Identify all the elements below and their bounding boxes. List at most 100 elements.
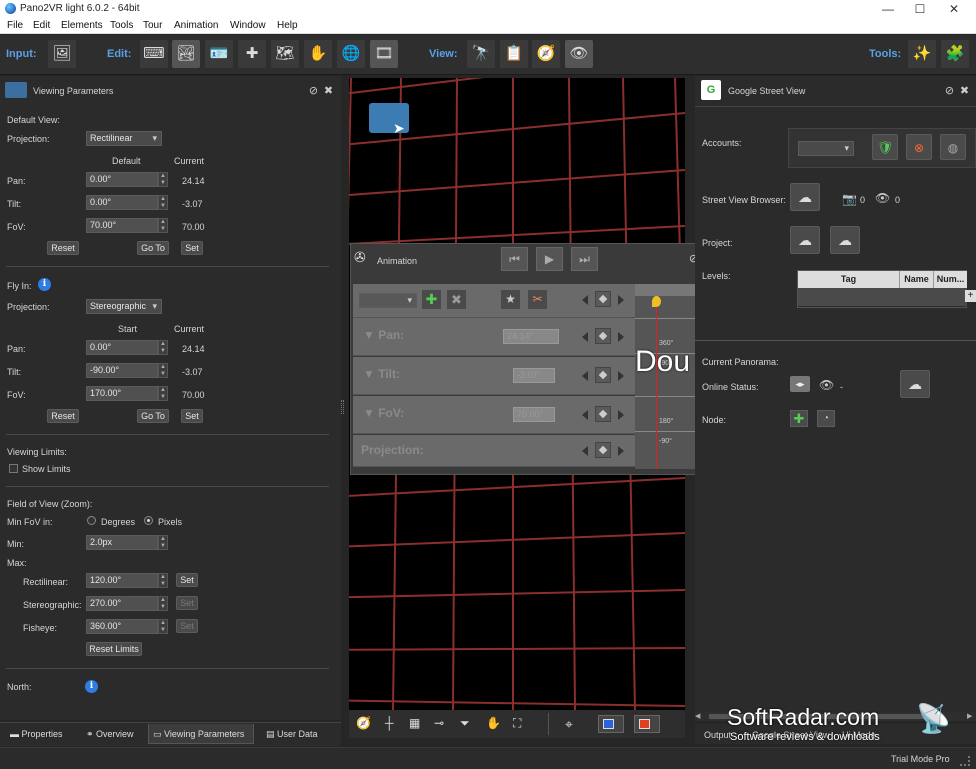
stereo-spinner[interactable]: ▲ ▼ <box>158 596 168 611</box>
clipboard-icon[interactable]: 📋 <box>500 40 528 68</box>
animation-film-icon[interactable]: 🎞 <box>370 40 398 68</box>
map-icon[interactable]: 🗺 <box>271 40 299 68</box>
set-button[interactable]: Set <box>181 241 203 255</box>
proj-next-key-icon[interactable] <box>618 446 624 456</box>
fly-fov-spinner[interactable]: ▲ ▼ <box>158 386 168 401</box>
menu-file[interactable]: File <box>7 20 23 31</box>
undock-icon[interactable]: ⊘ <box>308 84 319 97</box>
pan-spinner[interactable]: ▲ ▼ <box>158 172 168 187</box>
tilt-spinner[interactable]: ▲ ▼ <box>158 195 168 210</box>
delete-icon[interactable]: ✖ <box>447 290 466 309</box>
rect-max-input[interactable]: 120.00° <box>86 573 158 588</box>
cloud-download-icon[interactable]: ☁ <box>790 226 820 254</box>
hand-tool-icon[interactable]: ✋ <box>486 716 501 730</box>
fov-input[interactable]: 70.00° <box>86 218 158 233</box>
fisheye-max-input[interactable]: 360.00° <box>86 619 158 634</box>
scroll-left-icon[interactable]: ◀ <box>695 712 700 720</box>
prev-key-icon[interactable] <box>582 295 588 305</box>
tilt-keyframe-button[interactable] <box>595 367 611 383</box>
reset-limits-button[interactable]: Reset Limits <box>86 642 142 656</box>
fly-goto-button[interactable]: Go To <box>137 409 169 423</box>
add-node-icon[interactable]: ✚ <box>790 410 808 427</box>
north-info-icon[interactable]: i <box>85 680 98 693</box>
fly-fov-input[interactable]: 170.00° <box>86 386 158 401</box>
track-fov-field[interactable]: 70.00° <box>513 407 555 422</box>
col-tag[interactable]: Tag <box>798 271 900 288</box>
track-pan[interactable]: ▼ Pan: 24.14° <box>353 318 635 356</box>
proj-prev-key-icon[interactable] <box>582 446 588 456</box>
playhead-marker-icon[interactable] <box>652 296 661 307</box>
status-toggle-icon[interactable]: ◂▸ <box>790 376 810 392</box>
cloud-upload-icon[interactable]: ☁ <box>830 226 860 254</box>
rect-set-button[interactable]: Set <box>176 573 198 587</box>
menu-tour[interactable]: Tour <box>143 20 162 31</box>
target-tool-icon[interactable]: ⌖ <box>565 716 573 733</box>
track-projection[interactable]: Projection: <box>353 435 635 467</box>
tab-output[interactable]: Output <box>704 730 731 740</box>
fly-pan-input[interactable]: 0.00° <box>86 340 158 355</box>
keyboard-icon[interactable]: ⌨ <box>140 40 168 68</box>
tilt-next-key-icon[interactable] <box>618 371 624 381</box>
skip-back-button[interactable]: ⏮ <box>501 247 528 271</box>
cloud-publish-icon[interactable]: ☁ <box>900 370 930 398</box>
show-limits-checkbox[interactable] <box>9 464 18 473</box>
funnel-tool-icon[interactable]: ⏷ <box>460 716 470 731</box>
menu-help[interactable]: Help <box>277 20 298 31</box>
stereo-max-input[interactable]: 270.00° <box>86 596 158 611</box>
fov-keyframe-button[interactable] <box>595 406 611 422</box>
reset-button[interactable]: Reset <box>47 241 79 255</box>
menu-edit[interactable]: Edit <box>33 20 50 31</box>
tools-puzzle-icon[interactable]: 🧩 <box>941 40 969 68</box>
blue-color-button[interactable] <box>598 715 624 733</box>
properties-card-icon[interactable]: 🪪 <box>205 40 233 68</box>
minimize-button[interactable]: — <box>872 0 904 18</box>
fly-set-button[interactable]: Set <box>181 409 203 423</box>
binoculars-icon[interactable]: 🔭 <box>467 40 495 68</box>
shield-check-icon[interactable]: 🛡 <box>872 134 898 160</box>
fisheye-set-button[interactable]: Set <box>176 619 198 633</box>
min-spinner[interactable]: ▲ ▼ <box>158 535 168 550</box>
col-num[interactable]: Num... <box>934 271 967 288</box>
min-input[interactable]: 2.0px <box>86 535 158 550</box>
goto-button[interactable]: Go To <box>137 241 169 255</box>
accounts-select[interactable] <box>798 141 854 156</box>
fov-spinner[interactable]: ▲ ▼ <box>158 218 168 233</box>
gsv-undock-icon[interactable]: ⊘ <box>944 84 955 97</box>
hotspot-icon[interactable]: ✋ <box>304 40 332 68</box>
maximize-button[interactable]: ☐ <box>904 0 936 18</box>
pan-prev-key-icon[interactable] <box>582 332 588 342</box>
degrees-radio[interactable] <box>87 516 96 525</box>
track-tilt[interactable]: ▼ Tilt: -3.07° <box>353 357 635 395</box>
tab-user-data[interactable]: ▤ User Data <box>262 724 330 744</box>
table-row[interactable] <box>798 288 967 306</box>
ruler-tool-icon[interactable]: ⊸ <box>434 716 444 730</box>
tab-properties[interactable]: ▬ Properties <box>6 724 78 744</box>
splitter-handle[interactable] <box>341 400 344 414</box>
fov-prev-key-icon[interactable] <box>582 410 588 420</box>
crosshair-tool-icon[interactable]: ┼ <box>385 716 394 730</box>
track-fov[interactable]: ▼ FoV: 70.00° <box>353 396 635 434</box>
tools-star-icon[interactable]: ✨ <box>908 40 936 68</box>
fisheye-spinner[interactable]: ▲ ▼ <box>158 619 168 634</box>
compass-icon[interactable]: 🧭 <box>532 40 560 68</box>
add-icon[interactable]: ✚ <box>422 290 441 309</box>
node-edit-icon[interactable]: ◔ <box>817 410 835 427</box>
fly-pan-spinner[interactable]: ▲ ▼ <box>158 340 168 355</box>
star-icon[interactable]: ★ <box>501 290 520 309</box>
pan-input[interactable]: 0.00° <box>86 172 158 187</box>
eye-icon[interactable]: 👁 <box>565 40 593 68</box>
close-button[interactable]: ✕ <box>938 0 970 18</box>
animation-select[interactable] <box>359 293 417 308</box>
fly-tilt-input[interactable]: -90.00° <box>86 363 158 378</box>
street-view-icon[interactable]: 🌐 <box>337 40 365 68</box>
next-key-icon[interactable] <box>618 295 624 305</box>
tour-map-icon[interactable]: ✚ <box>238 40 266 68</box>
tilt-input[interactable]: 0.00° <box>86 195 158 210</box>
track-pan-field[interactable]: 24.14° <box>503 329 559 344</box>
panorama-tool-icon[interactable]: ⛶ <box>513 716 521 731</box>
gsv-close-icon[interactable]: ✖ <box>959 84 970 97</box>
menu-elements[interactable]: Elements <box>61 20 103 31</box>
skip-forward-button[interactable]: ⏭ <box>571 247 598 271</box>
fly-in-info-icon[interactable]: i <box>38 278 51 291</box>
proj-keyframe-button[interactable] <box>595 442 611 458</box>
